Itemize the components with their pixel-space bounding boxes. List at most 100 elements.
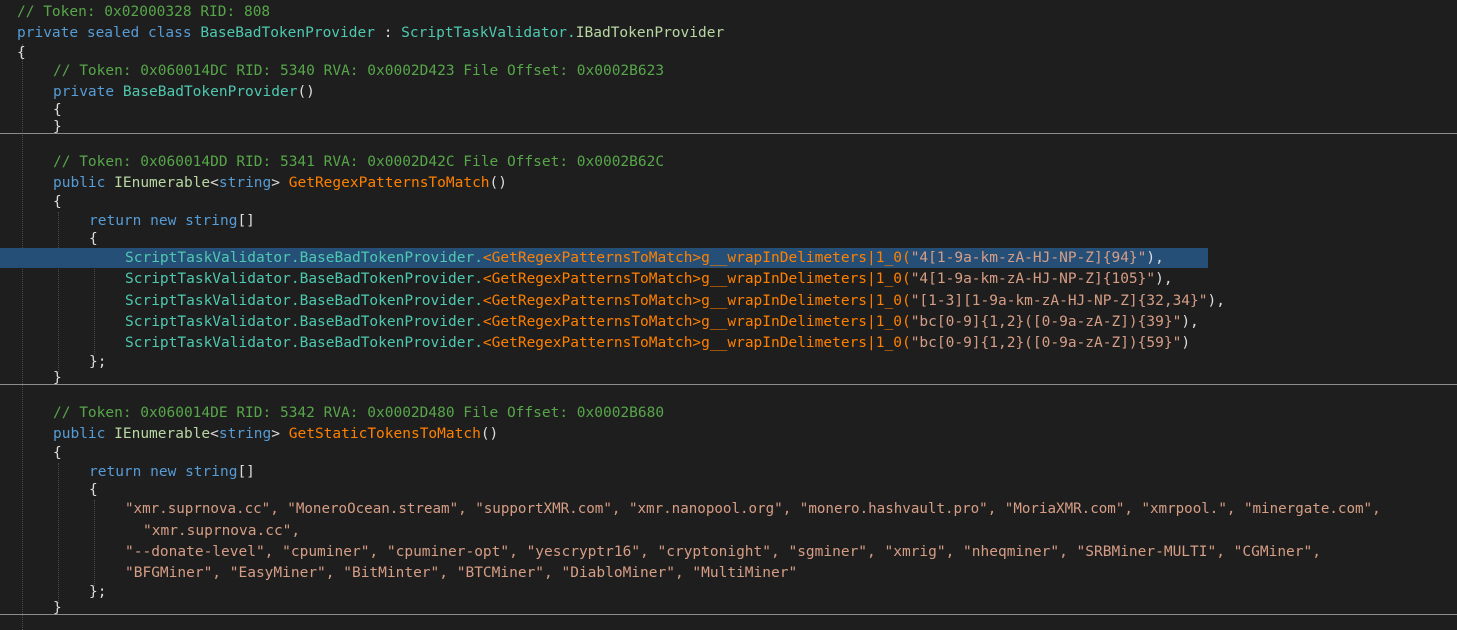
- array-open-brace: {: [89, 482, 98, 498]
- method-declaration: public IEnumerable<string> GetStaticToke…: [53, 424, 498, 444]
- keyword: private: [17, 25, 79, 41]
- code-line[interactable]: {: [0, 480, 1457, 500]
- token-list: "--donate-level", "cpuminer", "cpuminer-…: [125, 544, 1321, 560]
- token-list: "xmr.suprnova.cc",: [143, 523, 301, 539]
- method-name[interactable]: GetStaticTokensToMatch: [289, 426, 481, 442]
- call-suffix[interactable]: g__wrapInDelimeters|1_0(: [701, 314, 911, 330]
- parens: (): [480, 426, 499, 442]
- code-line[interactable]: // Token: 0x060014DC RID: 5340 RVA: 0x00…: [0, 61, 1457, 81]
- generic-open: <: [210, 426, 219, 442]
- class-name[interactable]: BaseBadTokenProvider: [200, 25, 375, 41]
- pattern-call: ScriptTaskValidator.BaseBadTokenProvider…: [125, 333, 1190, 353]
- close-brace: }: [53, 600, 62, 616]
- code-line[interactable]: "xmr.suprnova.cc",: [0, 521, 1457, 541]
- call-method[interactable]: <GetRegexPatternsToMatch>: [483, 250, 701, 266]
- call-suffix[interactable]: g__wrapInDelimeters|1_0(: [701, 293, 911, 309]
- code-line[interactable]: ScriptTaskValidator.BaseBadTokenProvider…: [0, 312, 1457, 332]
- token-list: "BFGMiner", "EasyMiner", "BitMinter", "B…: [125, 565, 798, 581]
- call-prefix[interactable]: ScriptTaskValidator.BaseBadTokenProvider…: [125, 335, 483, 351]
- keyword: class: [147, 25, 192, 41]
- call-method[interactable]: <GetRegexPatternsToMatch>: [483, 271, 701, 287]
- array-brackets: []: [237, 464, 255, 480]
- call-prefix[interactable]: ScriptTaskValidator.BaseBadTokenProvider…: [125, 293, 483, 309]
- array-brackets: []: [237, 213, 255, 229]
- call-suffix[interactable]: g__wrapInDelimeters|1_0(: [701, 335, 911, 351]
- method-name[interactable]: GetRegexPatternsToMatch: [289, 175, 490, 191]
- regex-string: "4[1-9a-km-zA-HJ-NP-Z]{94}": [910, 250, 1147, 266]
- parens: (): [297, 84, 315, 100]
- close-brace: }: [53, 119, 62, 135]
- call-suffix[interactable]: g__wrapInDelimeters|1_0(: [701, 271, 911, 287]
- keyword: return: [89, 464, 142, 480]
- generic-close: >: [271, 426, 281, 442]
- token-comment: // Token: 0x060014DD RID: 5341 RVA: 0x00…: [53, 154, 665, 170]
- call-tail: ),: [1181, 314, 1199, 330]
- base-interface[interactable]: IBadTokenProvider: [576, 25, 724, 41]
- call-tail: ),: [1207, 293, 1225, 309]
- code-line[interactable]: // Token: 0x060014DD RID: 5341 RVA: 0x00…: [0, 152, 1457, 172]
- code-line[interactable]: private BaseBadTokenProvider(): [0, 82, 1457, 102]
- parens: (): [489, 175, 508, 191]
- constructor-name[interactable]: BaseBadTokenProvider: [123, 84, 298, 100]
- token-comment: // Token: 0x060014DC RID: 5340 RVA: 0x00…: [53, 63, 665, 79]
- code-line[interactable]: ScriptTaskValidator.BaseBadTokenProvider…: [0, 291, 1457, 311]
- code-line[interactable]: // Token: 0x060014DE RID: 5342 RVA: 0x00…: [0, 403, 1457, 423]
- code-line[interactable]: return new string[]: [0, 211, 1457, 231]
- token-comment: // Token: 0x02000328 RID: 808: [17, 4, 271, 20]
- call-tail: ): [1181, 335, 1191, 351]
- code-line[interactable]: }: [0, 598, 1457, 618]
- code-line[interactable]: ScriptTaskValidator.BaseBadTokenProvider…: [0, 333, 1457, 353]
- call-prefix[interactable]: ScriptTaskValidator.BaseBadTokenProvider…: [125, 271, 483, 287]
- code-line[interactable]: "--donate-level", "cpuminer", "cpuminer-…: [0, 542, 1457, 562]
- keyword: sealed: [86, 25, 140, 41]
- code-line[interactable]: }: [0, 368, 1457, 388]
- regex-string: "[1-3][1-9a-km-zA-HJ-NP-Z]{32,34}": [910, 293, 1208, 309]
- keyword: private: [53, 84, 115, 100]
- regex-string: "bc[0-9]{1,2}([0-9a-zA-Z]){59}": [910, 335, 1182, 351]
- code-line[interactable]: private sealed class BaseBadTokenProvide…: [0, 23, 1457, 43]
- close-brace: }: [53, 370, 62, 386]
- keyword: new: [150, 213, 177, 229]
- return-statement: return new string[]: [89, 462, 255, 482]
- pattern-call: ScriptTaskValidator.BaseBadTokenProvider…: [125, 312, 1199, 332]
- code-editor[interactable]: // Token: 0x02000328 RID: 808 private se…: [0, 0, 1457, 630]
- call-prefix[interactable]: ScriptTaskValidator.BaseBadTokenProvider…: [125, 314, 483, 330]
- constructor-declaration: private BaseBadTokenProvider(): [53, 82, 315, 102]
- base-namespace[interactable]: ScriptTaskValidator.: [401, 25, 576, 41]
- return-statement: return new string[]: [89, 211, 255, 231]
- call-method[interactable]: <GetRegexPatternsToMatch>: [483, 314, 701, 330]
- code-line[interactable]: "BFGMiner", "EasyMiner", "BitMinter", "B…: [0, 563, 1457, 583]
- keyword: public: [53, 426, 106, 442]
- regex-string: "bc[0-9]{1,2}([0-9a-zA-Z]){39}": [910, 314, 1182, 330]
- call-tail: ),: [1146, 250, 1164, 266]
- call-prefix[interactable]: ScriptTaskValidator.BaseBadTokenProvider…: [125, 250, 483, 266]
- keyword: return: [89, 213, 142, 229]
- token-list: "xmr.suprnova.cc", "MoneroOcean.stream",…: [125, 501, 1381, 517]
- code-line[interactable]: return new string[]: [0, 462, 1457, 482]
- code-line[interactable]: ScriptTaskValidator.BaseBadTokenProvider…: [0, 248, 1457, 268]
- keyword: new: [150, 464, 177, 480]
- code-line[interactable]: {: [0, 43, 1457, 63]
- keyword: string: [185, 213, 238, 229]
- code-line[interactable]: "xmr.suprnova.cc", "MoneroOcean.stream",…: [0, 499, 1457, 519]
- code-line[interactable]: }: [0, 117, 1457, 137]
- token-comment: // Token: 0x060014DE RID: 5342 RVA: 0x00…: [53, 405, 665, 421]
- pattern-call: ScriptTaskValidator.BaseBadTokenProvider…: [125, 291, 1225, 311]
- code-line[interactable]: {: [0, 229, 1457, 249]
- generic-arg: string: [218, 175, 272, 191]
- call-method[interactable]: <GetRegexPatternsToMatch>: [483, 293, 701, 309]
- return-type[interactable]: IEnumerable: [114, 175, 210, 191]
- call-method[interactable]: <GetRegexPatternsToMatch>: [483, 335, 701, 351]
- code-line[interactable]: {: [0, 192, 1457, 212]
- code-line[interactable]: // Token: 0x02000328 RID: 808: [0, 2, 1457, 22]
- generic-arg: string: [218, 426, 272, 442]
- code-line[interactable]: public IEnumerable<string> GetStaticToke…: [0, 424, 1457, 444]
- code-line[interactable]: public IEnumerable<string> GetRegexPatte…: [0, 173, 1457, 193]
- keyword: public: [53, 175, 106, 191]
- call-suffix[interactable]: g__wrapInDelimeters|1_0(: [701, 250, 911, 266]
- class-declaration: private sealed class BaseBadTokenProvide…: [17, 23, 724, 43]
- code-line[interactable]: {: [0, 443, 1457, 463]
- return-type[interactable]: IEnumerable: [114, 426, 210, 442]
- keyword: string: [185, 464, 238, 480]
- code-line[interactable]: ScriptTaskValidator.BaseBadTokenProvider…: [0, 269, 1457, 289]
